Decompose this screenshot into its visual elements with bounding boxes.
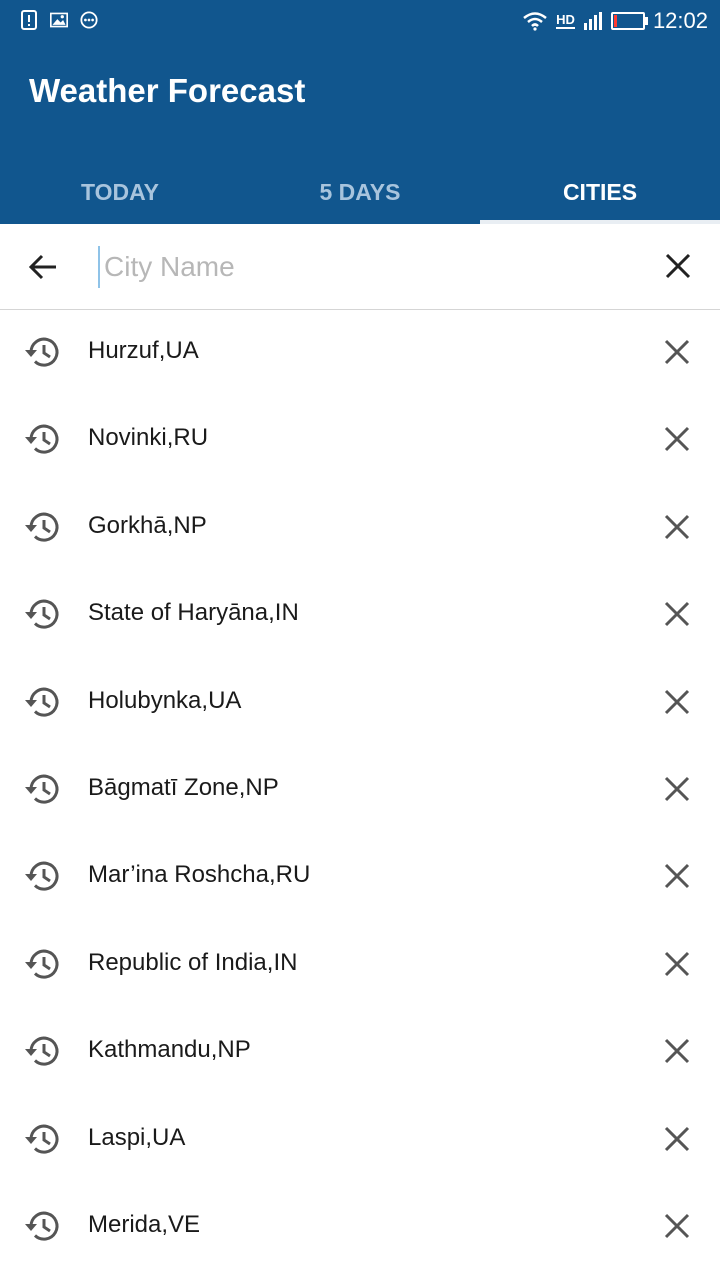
signal-icon — [583, 11, 603, 31]
remove-city-icon[interactable] — [660, 510, 694, 544]
history-icon — [24, 945, 62, 983]
city-name: Laspi,UA — [88, 1123, 186, 1151]
recent-city-item[interactable]: Holubynka,UA — [0, 659, 720, 746]
recent-city-item[interactable]: Gorkhā,NP — [0, 484, 720, 571]
image-icon — [50, 10, 68, 30]
remove-city-icon[interactable] — [660, 947, 694, 981]
more-dots-icon — [80, 10, 98, 30]
remove-city-icon[interactable] — [660, 422, 694, 456]
city-name: Kathmandu,NP — [88, 1036, 251, 1064]
history-icon — [24, 420, 62, 458]
history-icon — [24, 508, 62, 546]
city-name: Republic of India,IN — [88, 948, 298, 976]
recent-cities-list: Hurzuf,UA Novinki,RU Gorkhā,NP State of … — [0, 309, 720, 1270]
recent-city-item[interactable]: Laspi,UA — [0, 1096, 720, 1183]
clear-search-icon[interactable] — [660, 248, 696, 284]
city-name: Bāgmatī Zone,NP — [88, 773, 279, 801]
history-icon — [24, 595, 62, 633]
recent-city-item[interactable]: Mar’ina Roshcha,RU — [0, 833, 720, 920]
history-icon — [24, 770, 62, 808]
recent-city-item[interactable]: Republic of India,IN — [0, 921, 720, 1008]
history-icon — [24, 1032, 62, 1070]
back-arrow-icon[interactable] — [24, 248, 62, 286]
history-icon — [24, 333, 62, 371]
status-notifications — [20, 10, 98, 30]
recent-city-item[interactable]: Hurzuf,UA — [0, 309, 720, 396]
city-search-input[interactable] — [98, 246, 644, 288]
city-name: Mar’ina Roshcha,RU — [88, 861, 311, 889]
tab-bar: TODAY 5 DAYS CITIES — [0, 160, 720, 224]
city-name: Holubynka,UA — [88, 686, 242, 714]
alert-icon — [20, 10, 38, 30]
remove-city-icon[interactable] — [660, 1209, 694, 1243]
app-title: Weather Forecast — [29, 72, 306, 109]
remove-city-icon[interactable] — [660, 859, 694, 893]
remove-city-icon[interactable] — [660, 335, 694, 369]
city-name: State of Haryāna,IN — [88, 599, 299, 627]
city-name: Merida,VE — [88, 1210, 201, 1238]
remove-city-icon[interactable] — [660, 772, 694, 806]
city-name: Novinki,RU — [88, 424, 209, 452]
history-icon — [24, 1207, 62, 1245]
city-name: Gorkhā,NP — [88, 511, 207, 539]
app-bar: Weather Forecast TODAY 5 DAYS CITIES — [0, 42, 720, 224]
tab-5-days[interactable]: 5 DAYS — [240, 160, 480, 224]
remove-city-icon[interactable] — [660, 685, 694, 719]
search-bar — [0, 224, 720, 310]
recent-city-item[interactable]: Merida,VE — [0, 1183, 720, 1270]
status-system: HD 12:02 — [522, 8, 708, 34]
recent-city-item[interactable]: Kathmandu,NP — [0, 1008, 720, 1095]
history-icon — [24, 683, 62, 721]
recent-city-item[interactable]: Novinki,RU — [0, 396, 720, 483]
recent-city-item[interactable]: State of Haryāna,IN — [0, 571, 720, 658]
history-icon — [24, 857, 62, 895]
history-icon — [24, 1120, 62, 1158]
recent-city-item[interactable]: Bāgmatī Zone,NP — [0, 746, 720, 833]
status-bar: HD 12:02 — [0, 0, 720, 42]
tab-cities[interactable]: CITIES — [480, 160, 720, 224]
remove-city-icon[interactable] — [660, 1034, 694, 1068]
wifi-icon — [522, 11, 548, 31]
city-name: Hurzuf,UA — [88, 337, 199, 364]
hd-icon: HD — [556, 12, 575, 29]
battery-icon — [610, 12, 648, 30]
clock: 12:02 — [652, 8, 708, 33]
remove-city-icon[interactable] — [660, 597, 694, 631]
remove-city-icon[interactable] — [660, 1122, 694, 1156]
tab-today[interactable]: TODAY — [0, 160, 240, 224]
